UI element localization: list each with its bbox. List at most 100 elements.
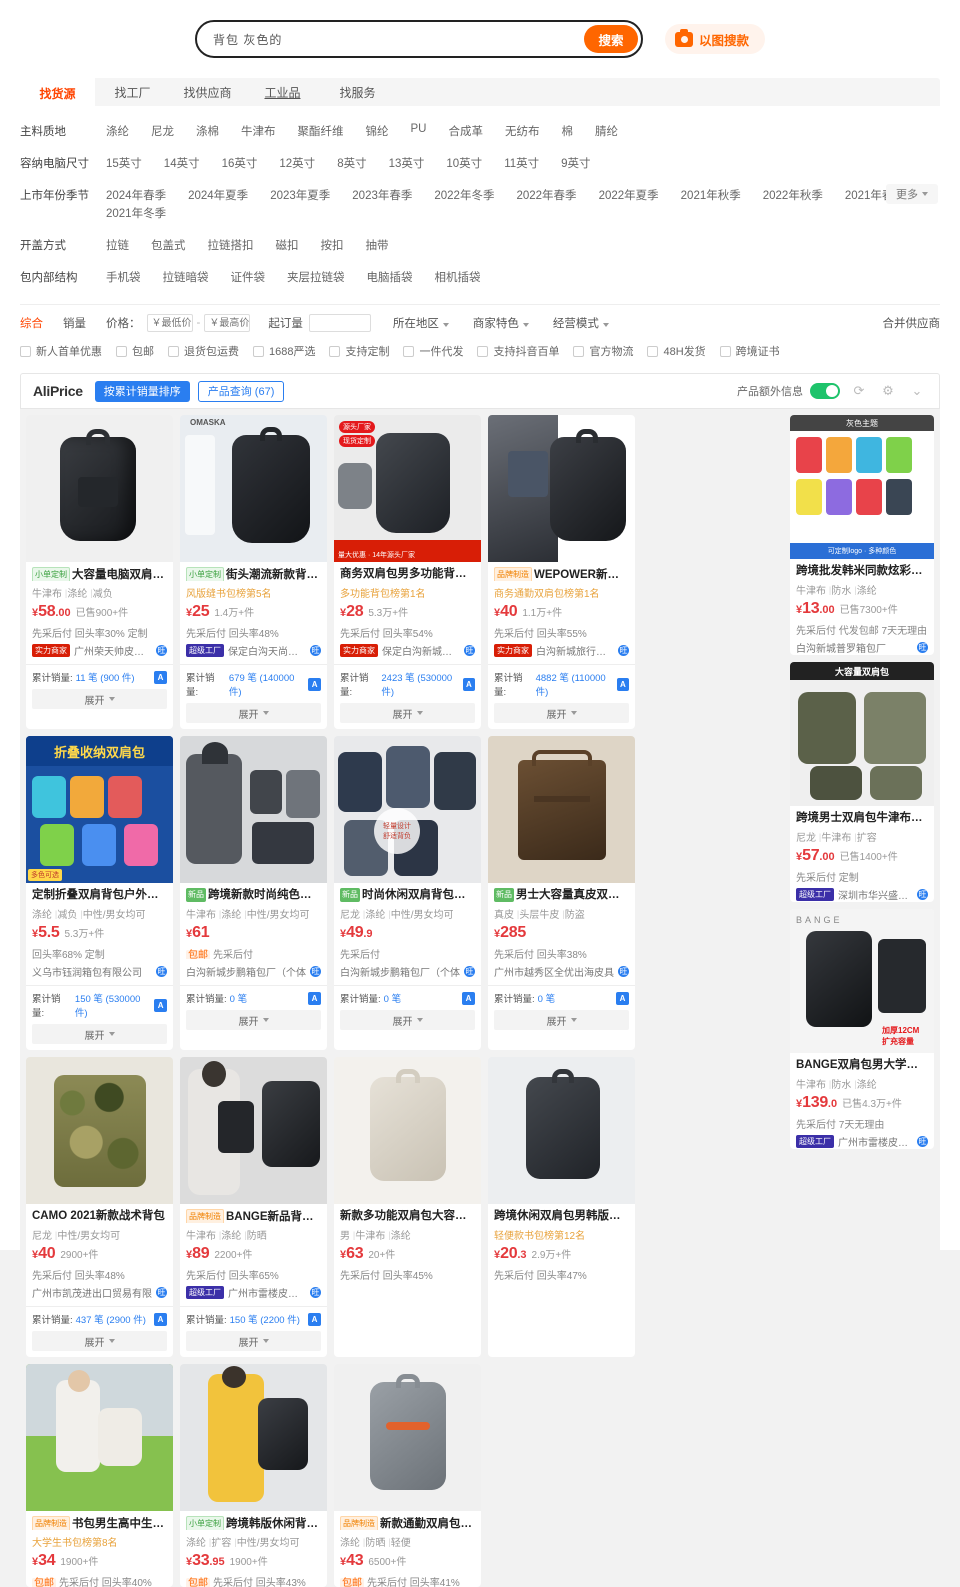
refresh-icon[interactable]: ⟳ xyxy=(849,381,869,401)
filter-option[interactable]: 2022年冬季 xyxy=(434,187,494,203)
expand-button[interactable]: 展开 xyxy=(32,1331,167,1351)
sort-comprehensive[interactable]: 综合 xyxy=(20,315,43,331)
product-title[interactable]: 跨境休闲双肩包男韩版潮流 xyxy=(494,1209,629,1223)
chat-icon[interactable]: 旺 xyxy=(310,645,321,656)
product-title[interactable]: 商务双肩包男多功能背包大 xyxy=(340,567,475,581)
filter-option[interactable]: 10英寸 xyxy=(446,155,482,171)
product-title[interactable]: 品牌制造 WEPOWER新款双 xyxy=(494,567,629,581)
sidebar-ad-title[interactable]: 跨境批发韩米同款炫彩双肩 xyxy=(796,564,928,578)
search-button[interactable]: 搜索 xyxy=(583,25,638,53)
product-card[interactable]: OMASKA 小单定制 街头潮流新款背包双 风版缝书包榜第5名 ¥25 1.4万+件 先采后… xyxy=(180,415,327,729)
quick-filter-9[interactable]: 跨境证书 xyxy=(719,343,780,359)
search-input[interactable]: 背包 灰色的 搜索 xyxy=(194,20,643,58)
product-image[interactable] xyxy=(180,1057,327,1204)
filter-option[interactable]: 16英寸 xyxy=(222,155,258,171)
merchant-feature-dropdown[interactable]: 商家特色 xyxy=(473,315,529,331)
aliprice-icon[interactable]: A xyxy=(616,677,629,691)
filter-option[interactable]: 15英寸 xyxy=(106,155,142,171)
product-shop[interactable]: 超级工厂 广州市雷楼皮具有旺 xyxy=(186,1285,321,1300)
chat-icon[interactable]: 旺 xyxy=(156,1287,167,1298)
chat-icon[interactable]: 旺 xyxy=(464,645,475,656)
sidebar-ad-shop[interactable]: 超级工厂 广州市雷楼皮具有旺 xyxy=(796,1134,928,1149)
filter-option[interactable]: 8英寸 xyxy=(337,155,366,171)
checkbox-icon[interactable] xyxy=(477,345,489,357)
image-search-button[interactable]: 以图搜款 xyxy=(664,24,765,54)
sort-sales[interactable]: 销量 xyxy=(63,315,86,331)
tab-3[interactable]: 工业品 xyxy=(245,78,320,106)
filter-option[interactable]: 2024年春季 xyxy=(106,187,166,203)
filter-option[interactable]: 棉 xyxy=(561,123,573,139)
checkbox-icon[interactable] xyxy=(647,345,659,357)
product-title[interactable]: 新品 男士大容量真皮双肩包 xyxy=(494,888,629,902)
filter-option[interactable]: 2022年夏季 xyxy=(599,187,659,203)
product-image[interactable]: 折叠收纳双肩包 多色可选 xyxy=(26,736,173,883)
sidebar-ad-card[interactable]: BANGE 加厚12CM扩充容量BANGE双肩包男大学生电牛津布防水涤纶¥139… xyxy=(790,909,934,1149)
product-shop[interactable]: 白沟新城步鹏箱包厂（个体旺 xyxy=(340,964,475,979)
filter-option[interactable]: 2021年冬季 xyxy=(106,205,166,221)
quick-filter-8[interactable]: 48H发货 xyxy=(647,343,706,359)
chat-icon[interactable]: 旺 xyxy=(156,966,167,977)
product-card[interactable]: 品牌制造 书包男生高中生大学 大学生书包榜第8名 ¥34 1900+件 包邮 先采后付 回头… xyxy=(26,1364,173,1587)
product-shop[interactable]: 实力商家 保定白沟新城众源旺 xyxy=(340,643,475,658)
product-image[interactable]: 轻量设计 舒适背负 xyxy=(334,736,481,883)
filter-option[interactable]: 合成革 xyxy=(448,123,483,139)
chat-icon[interactable]: 旺 xyxy=(618,966,629,977)
product-card[interactable]: 小单定制大容量电脑双肩包户牛津布涤纶减负¥58.00已售900+件先采后付 回头… xyxy=(26,415,173,729)
chat-icon[interactable]: 旺 xyxy=(618,645,629,656)
chat-icon[interactable]: 旺 xyxy=(310,966,321,977)
quick-filter-5[interactable]: 一件代发 xyxy=(403,343,463,359)
chat-icon[interactable]: 旺 xyxy=(917,1136,928,1147)
product-image[interactable]: 源头厂家 现货定制 量大优惠 · 14年源头厂家 xyxy=(334,415,481,562)
tab-0[interactable]: 找货源 xyxy=(20,78,95,106)
product-image[interactable] xyxy=(488,1057,635,1204)
filter-option[interactable]: 聚酯纤维 xyxy=(298,123,344,139)
product-title[interactable]: 小单定制 大容量电脑双肩包户 xyxy=(32,567,167,581)
filter-option[interactable]: 相机插袋 xyxy=(435,269,481,285)
gear-icon[interactable]: ⚙ xyxy=(878,381,898,401)
filter-option[interactable]: 拉链搭扣 xyxy=(208,237,254,253)
tab-1[interactable]: 找工厂 xyxy=(95,78,170,106)
aliprice-sort-button[interactable]: 按累计销量排序 xyxy=(94,380,190,402)
product-title[interactable]: 新品 时尚休闲双肩背包外出 xyxy=(340,888,475,902)
aliprice-icon[interactable]: A xyxy=(154,1312,167,1326)
expand-button[interactable]: 展开 xyxy=(340,1010,475,1030)
product-card[interactable]: 轻量设计舒适背负新品时尚休闲双肩背包外出尼龙涤纶中性/男女均可 ¥49.9 先采后付… xyxy=(334,736,481,1050)
product-image[interactable] xyxy=(334,1364,481,1511)
filter-option[interactable]: 2022年秋季 xyxy=(763,187,823,203)
filter-option[interactable]: 涤纶 xyxy=(106,123,129,139)
quick-filter-0[interactable]: 新人首单优惠 xyxy=(20,343,102,359)
quick-filter-7[interactable]: 官方物流 xyxy=(573,343,633,359)
filter-option[interactable]: 锦纶 xyxy=(366,123,389,139)
aliprice-icon[interactable]: A xyxy=(308,991,321,1005)
product-title[interactable]: 小单定制 跨境韩版休闲背包大 xyxy=(186,1516,321,1530)
product-card[interactable]: 源头厂家 现货定制 量大优惠 · 14年源头厂家 商务双肩包男多功能背包大 多功能背… xyxy=(334,415,481,729)
sidebar-ad-card[interactable]: 大容量双肩包 跨境男士双肩包牛津布背包尼龙牛津布扩容¥57.00已售1400+件… xyxy=(790,662,934,902)
quick-filter-6[interactable]: 支持抖音百单 xyxy=(477,343,559,359)
product-title[interactable]: 小单定制 街头潮流新款背包双 xyxy=(186,567,321,581)
product-image[interactable] xyxy=(334,1057,481,1204)
sidebar-ad-shop[interactable]: 白沟新城普罗箱包厂 旺 xyxy=(796,640,928,655)
chat-icon[interactable]: 旺 xyxy=(156,645,167,656)
product-title[interactable]: 品牌制造 新款通勤双肩包大容 xyxy=(340,1516,475,1530)
sidebar-ad-image[interactable]: BANGE 加厚12CM 扩充容量 xyxy=(790,909,934,1053)
product-card[interactable]: 品牌制造 WEPOWER新款双 商务通勤双肩包榜第1名 ¥40 1.1万+件 先采后付 回… xyxy=(488,415,635,729)
quick-filter-3[interactable]: 1688严选 xyxy=(253,343,315,359)
checkbox-icon[interactable] xyxy=(573,345,585,357)
sidebar-ad-shop[interactable]: 超级工厂 深圳市华兴盛手袋旺 xyxy=(796,887,928,902)
filter-option[interactable]: 11英寸 xyxy=(504,155,539,171)
quick-filter-2[interactable]: 退货包运费 xyxy=(168,343,239,359)
product-title[interactable]: 品牌制造 书包男生高中生大学 xyxy=(32,1516,167,1530)
sidebar-ad-title[interactable]: 跨境男士双肩包牛津布背包 xyxy=(796,811,928,825)
product-title[interactable]: CAMO 2021新款战术背包 xyxy=(32,1209,167,1223)
filter-option[interactable]: PU xyxy=(411,123,427,139)
expand-button[interactable]: 展开 xyxy=(186,703,321,723)
product-card[interactable]: 新品男士大容量真皮双肩包真皮头层牛皮防盗 ¥285 先采后付 回头率38% 广州市越秀… xyxy=(488,736,635,1050)
filter-option[interactable]: 拉链 xyxy=(106,237,129,253)
filter-option[interactable]: 无纺布 xyxy=(505,123,540,139)
tab-4[interactable]: 找服务 xyxy=(320,78,395,106)
filter-option[interactable]: 抽带 xyxy=(366,237,389,253)
checkbox-icon[interactable] xyxy=(403,345,415,357)
aliprice-icon[interactable]: A xyxy=(462,677,475,691)
expand-button[interactable]: 展开 xyxy=(32,1024,167,1044)
filter-option[interactable]: 夹层拉链袋 xyxy=(287,269,345,285)
